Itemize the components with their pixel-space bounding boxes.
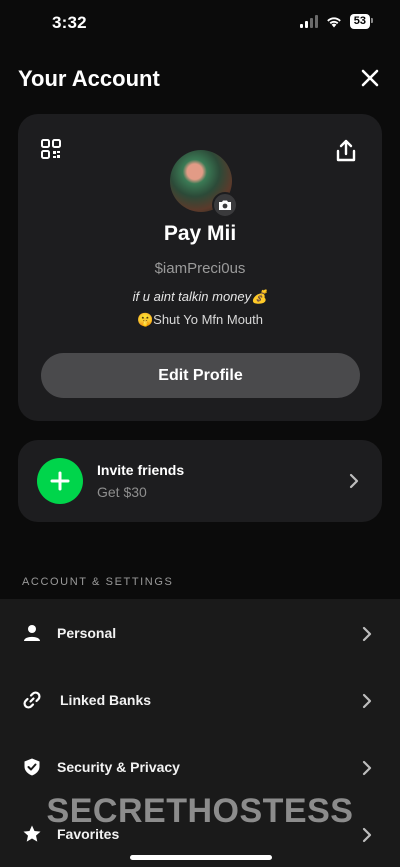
settings-item-personal[interactable]: Personal bbox=[0, 599, 400, 666]
invite-subtitle: Get $30 bbox=[97, 484, 147, 500]
camera-glyph-icon bbox=[219, 200, 231, 210]
edit-profile-button[interactable]: Edit Profile bbox=[41, 353, 360, 398]
profile-card: Pay Mii $iamPreci0us if u aint talkin mo… bbox=[18, 114, 382, 421]
cellular-signal-icon bbox=[299, 15, 318, 28]
page-title: Your Account bbox=[18, 66, 160, 91]
person-icon bbox=[24, 625, 40, 641]
chevron-right-icon bbox=[362, 760, 372, 776]
bio-line-1: if u aint talkin money💰 bbox=[132, 289, 268, 304]
home-indicator bbox=[130, 855, 272, 860]
cashtag: $iamPreci0us bbox=[154, 260, 246, 277]
share-icon[interactable] bbox=[334, 138, 358, 164]
battery-icon: 53 bbox=[349, 14, 374, 29]
chevron-right-icon bbox=[362, 693, 372, 709]
camera-icon[interactable] bbox=[212, 192, 238, 218]
settings-item-linked-banks[interactable]: Linked Banks bbox=[0, 666, 400, 733]
add-icon bbox=[37, 458, 83, 504]
qr-code-icon[interactable] bbox=[40, 138, 62, 160]
shield-icon bbox=[24, 758, 40, 776]
link-icon bbox=[23, 691, 41, 709]
settings-item-label: Personal bbox=[57, 625, 117, 641]
bio-line-2: 🤫Shut Yo Mfn Mouth bbox=[136, 312, 264, 327]
status-time: 3:32 bbox=[52, 13, 87, 32]
chevron-right-icon bbox=[349, 473, 359, 489]
status-bar: 3:32 53 bbox=[0, 0, 400, 46]
section-label: ACCOUNT & SETTINGS bbox=[22, 576, 174, 588]
settings-item-label: Linked Banks bbox=[60, 692, 152, 708]
chevron-right-icon bbox=[362, 626, 372, 642]
invite-friends-card[interactable]: Invite friends Get $30 bbox=[18, 440, 382, 522]
wifi-icon bbox=[326, 16, 341, 27]
settings-item-security-privacy[interactable]: Security & Privacy bbox=[0, 733, 400, 800]
settings-item-label: Security & Privacy bbox=[57, 759, 180, 775]
invite-title: Invite friends bbox=[97, 462, 185, 478]
close-icon[interactable] bbox=[358, 66, 382, 90]
display-name: Pay Mii bbox=[163, 222, 237, 245]
watermark: SECRETHOSTESS bbox=[46, 792, 354, 830]
status-icons: 53 bbox=[299, 14, 374, 29]
